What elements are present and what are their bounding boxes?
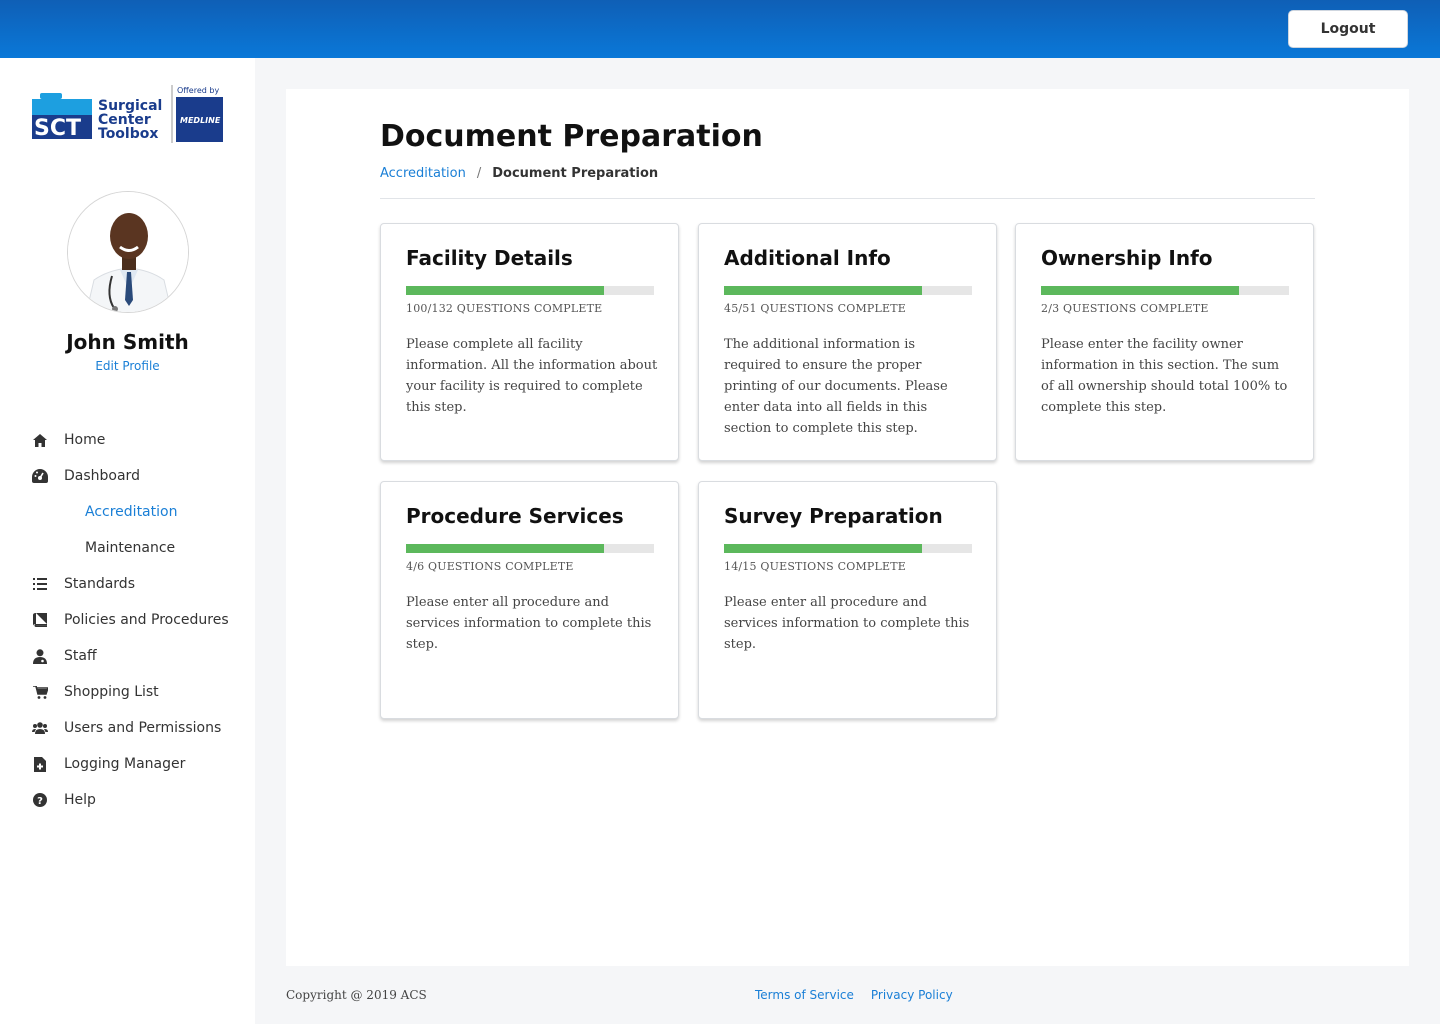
sidebar: SCT Surgical Center Toolbox Offered by M… [0, 58, 255, 1024]
home-icon [32, 432, 48, 448]
card-title: Additional Info [724, 246, 891, 270]
progress-bar [406, 544, 654, 553]
avatar[interactable] [67, 191, 189, 313]
privacy-policy-link[interactable]: Privacy Policy [871, 988, 953, 1002]
sidebar-item-dashboard[interactable]: Dashboard [0, 458, 255, 494]
sidebar-item-label: Standards [64, 576, 135, 592]
sidebar-item-users[interactable]: Users and Permissions [0, 710, 255, 746]
svg-text:Offered by: Offered by [177, 86, 219, 95]
edit-profile-link[interactable]: Edit Profile [0, 359, 255, 373]
terms-of-service-link[interactable]: Terms of Service [755, 988, 854, 1002]
progress-fill [724, 286, 923, 295]
card-facility-details[interactable]: Facility Details 100/132 QUESTIONS COMPL… [380, 223, 679, 461]
sidebar-item-label: Users and Permissions [64, 720, 222, 736]
progress-bar [724, 286, 972, 295]
sidebar-item-label: Accreditation [85, 504, 178, 520]
progress-bar [406, 286, 654, 295]
card-description: Please enter the facility owner informat… [1041, 337, 1288, 415]
sidebar-item-policies[interactable]: Policies and Procedures [0, 602, 255, 638]
card-title: Survey Preparation [724, 504, 943, 528]
breadcrumb-current: Document Preparation [492, 166, 659, 181]
sidebar-item-standards[interactable]: Standards [0, 566, 255, 602]
copyright: Copyright @ 2019 ACS [286, 988, 427, 1002]
doctor-avatar-icon [68, 192, 188, 312]
questions-count: 45/51 QUESTIONS COMPLETE [724, 302, 907, 315]
questions-count: 14/15 QUESTIONS COMPLETE [724, 560, 907, 573]
breadcrumb-separator: / [476, 166, 482, 181]
staff-icon [32, 648, 48, 664]
sidebar-item-label: Staff [64, 648, 97, 664]
top-bar: Logout [0, 0, 1440, 58]
card-description: Please complete all facility information… [406, 337, 658, 415]
sidebar-item-accreditation[interactable]: Accreditation [0, 494, 255, 530]
card-description: Please enter all procedure and services … [724, 595, 970, 652]
sidebar-item-label: Policies and Procedures [64, 612, 229, 628]
questions-count: 100/132 QUESTIONS COMPLETE [406, 302, 603, 315]
card-description: Please enter all procedure and services … [406, 595, 652, 652]
card-title: Procedure Services [406, 504, 624, 528]
card-ownership-info[interactable]: Ownership Info 2/3 QUESTIONS COMPLETE Pl… [1015, 223, 1314, 461]
sidebar-item-home[interactable]: Home [0, 422, 255, 458]
users-icon [32, 720, 48, 736]
sct-logo-icon: SCT Surgical Center Toolbox Offered by M… [32, 85, 223, 143]
sidebar-item-label: Help [64, 792, 96, 808]
sidebar-nav: Home Dashboard Accreditation Maintenance… [0, 422, 255, 818]
breadcrumb-accreditation-link[interactable]: Accreditation [380, 166, 466, 181]
cart-icon [32, 684, 48, 700]
questions-count: 4/6 QUESTIONS COMPLETE [406, 560, 574, 573]
svg-text:?: ? [37, 796, 43, 807]
sidebar-item-label: Dashboard [64, 468, 140, 484]
progress-bar [1041, 286, 1289, 295]
sidebar-item-help[interactable]: ? Help [0, 782, 255, 818]
file-plus-icon [32, 756, 48, 772]
help-icon: ? [32, 792, 48, 808]
sidebar-item-label: Shopping List [64, 684, 159, 700]
user-name: John Smith [66, 330, 189, 354]
sidebar-item-label: Home [64, 432, 106, 448]
progress-fill [406, 286, 605, 295]
progress-fill [406, 544, 605, 553]
svg-text:SCT: SCT [34, 116, 81, 141]
sidebar-item-label: Maintenance [85, 540, 176, 556]
footer-links: Terms of Service Privacy Policy [755, 988, 970, 1002]
sidebar-item-staff[interactable]: Staff [0, 638, 255, 674]
progress-fill [724, 544, 923, 553]
card-survey-preparation[interactable]: Survey Preparation 14/15 QUESTIONS COMPL… [698, 481, 997, 719]
card-additional-info[interactable]: Additional Info 45/51 QUESTIONS COMPLETE… [698, 223, 997, 461]
svg-text:MEDLINE: MEDLINE [180, 116, 221, 125]
sidebar-item-shopping-list[interactable]: Shopping List [0, 674, 255, 710]
questions-count: 2/3 QUESTIONS COMPLETE [1041, 302, 1209, 315]
list-icon [32, 576, 48, 592]
divider [380, 198, 1315, 199]
logout-button[interactable]: Logout [1288, 10, 1408, 48]
sidebar-item-label: Logging Manager [64, 756, 186, 772]
card-title: Facility Details [406, 246, 573, 270]
page-title: Document Preparation [380, 119, 763, 154]
sidebar-item-maintenance[interactable]: Maintenance [0, 530, 255, 566]
logo[interactable]: SCT Surgical Center Toolbox Offered by M… [32, 85, 224, 145]
progress-fill [1041, 286, 1240, 295]
breadcrumb: Accreditation / Document Preparation [380, 166, 658, 181]
card-procedure-services[interactable]: Procedure Services 4/6 QUESTIONS COMPLET… [380, 481, 679, 719]
footer: Copyright @ 2019 ACS Terms of Service Pr… [286, 966, 1409, 1024]
svg-text:Toolbox: Toolbox [98, 126, 158, 142]
sidebar-item-logging-manager[interactable]: Logging Manager [0, 746, 255, 782]
dashboard-icon [32, 468, 48, 484]
book-icon [32, 612, 48, 628]
main-content: Document Preparation Accreditation / Doc… [286, 89, 1409, 966]
card-title: Ownership Info [1041, 246, 1213, 270]
progress-bar [724, 544, 972, 553]
card-description: The additional information is required t… [724, 337, 948, 436]
